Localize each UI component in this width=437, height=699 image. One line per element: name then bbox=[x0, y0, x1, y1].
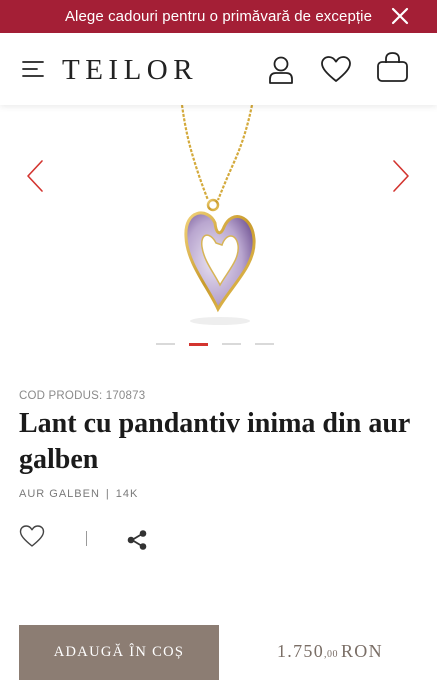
price-main: 1.750 bbox=[277, 641, 324, 661]
purity-label: 14K bbox=[115, 488, 139, 500]
material-label: AUR GALBEN bbox=[19, 488, 100, 500]
heart-icon[interactable] bbox=[320, 55, 352, 83]
product-image bbox=[180, 105, 256, 325]
price-currency: RON bbox=[341, 641, 383, 661]
shopping-bag-icon[interactable] bbox=[376, 51, 409, 83]
gallery-dot[interactable] bbox=[222, 343, 241, 345]
teilor-logo[interactable]: TEILOR bbox=[62, 54, 198, 87]
chevron-left-icon[interactable] bbox=[24, 158, 46, 194]
price-cents: ,00 bbox=[324, 649, 338, 660]
meta-separator: | bbox=[105, 488, 110, 500]
menu-icon[interactable] bbox=[22, 60, 44, 78]
site-header: TEILOR bbox=[0, 33, 437, 105]
add-to-cart-button[interactable]: ADAUGĂ ÎN COȘ bbox=[19, 625, 219, 680]
gallery-pagination bbox=[156, 342, 274, 346]
product-code: COD PRODUS: 170873 bbox=[19, 390, 146, 402]
product-attributes: AUR GALBEN | 14K bbox=[19, 488, 138, 500]
action-divider bbox=[86, 531, 87, 546]
promo-text[interactable]: Alege cadouri pentru o primăvară de exce… bbox=[0, 8, 437, 25]
promo-bar: Alege cadouri pentru o primăvară de exce… bbox=[0, 0, 437, 33]
gallery-dot[interactable] bbox=[255, 343, 274, 345]
gallery-dot-active[interactable] bbox=[189, 342, 208, 346]
wishlist-heart-icon[interactable] bbox=[19, 524, 45, 548]
product-price: 1.750,00 RON bbox=[277, 641, 383, 662]
product-gallery[interactable] bbox=[0, 105, 437, 355]
user-icon[interactable] bbox=[267, 55, 295, 85]
chevron-right-icon[interactable] bbox=[390, 158, 412, 194]
close-icon[interactable] bbox=[390, 6, 410, 26]
product-title: Lant cu pandantiv inima din aur galben bbox=[19, 408, 410, 475]
gallery-dot[interactable] bbox=[156, 343, 175, 345]
share-icon[interactable] bbox=[126, 529, 148, 551]
